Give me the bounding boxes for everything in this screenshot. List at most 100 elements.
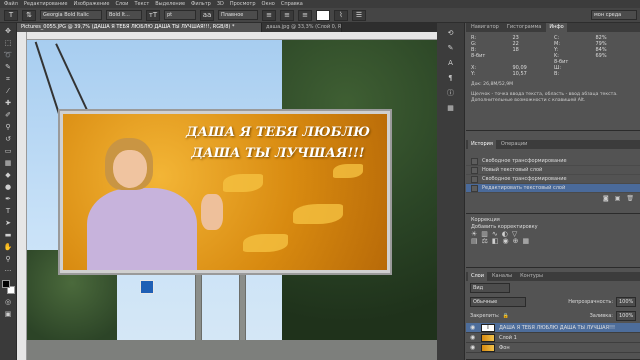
history-panel-icon[interactable]: ⟲ <box>443 27 459 39</box>
color-lookup-icon[interactable]: ▦ <box>523 238 530 245</box>
layers-blend-row: Обычные Непрозрачность: 100% <box>466 295 640 309</box>
layers-filter-row: Вид <box>466 281 640 295</box>
menu-view[interactable]: Просмотр <box>230 1 256 7</box>
eye-icon[interactable]: ◉ <box>470 344 477 351</box>
lock-icon[interactable]: 🔒 <box>503 313 509 319</box>
tab-actions[interactable]: Операции <box>498 140 530 149</box>
new-snapshot-icon[interactable]: ◙ <box>603 195 609 202</box>
shape-tool-icon[interactable]: ▬ <box>2 230 15 241</box>
menu-file[interactable]: Файл <box>4 1 18 7</box>
history-item-label: Свободное трансформирование <box>482 176 567 182</box>
tab-channels[interactable]: Каналы <box>489 272 515 281</box>
brush-tool-icon[interactable]: ✐ <box>2 110 15 121</box>
pen-tool-icon[interactable]: ✒ <box>2 194 15 205</box>
healing-brush-icon[interactable]: ✚ <box>2 98 15 109</box>
type-tool-side-icon[interactable]: T <box>2 206 15 217</box>
blend-mode-select[interactable]: Обычные <box>470 297 526 307</box>
align-right-icon[interactable]: ≡ <box>298 9 312 21</box>
eye-icon[interactable]: ◉ <box>470 324 477 331</box>
layer-row-background[interactable]: ◉ Фон <box>466 343 640 353</box>
menu-window[interactable]: Окно <box>262 1 275 7</box>
font-style-select[interactable]: Bold It... <box>106 10 142 20</box>
info-panel-icon[interactable]: ⓘ <box>443 87 459 99</box>
opacity-field[interactable]: 100% <box>616 297 636 307</box>
document-canvas[interactable]: ДАША Я ТЕБЯ ЛЮБЛЮ ДАША ТЫ ЛУЧШАЯ!!! <box>27 40 437 360</box>
type-tool-icon[interactable]: T <box>4 9 18 21</box>
character-panel-icon[interactable]: ☰ <box>352 9 366 21</box>
tab-histogram[interactable]: Гистограмма <box>504 23 545 32</box>
trash-icon[interactable]: 🗑 <box>626 195 634 202</box>
menu-help[interactable]: Справка <box>281 1 303 7</box>
path-select-icon[interactable]: ➤ <box>2 218 15 229</box>
dodge-tool-icon[interactable]: ● <box>2 182 15 193</box>
paragraph-panel-icon[interactable]: ¶ <box>443 72 459 84</box>
eye-icon[interactable]: ◉ <box>470 334 477 341</box>
character-panel-side-icon[interactable]: A <box>443 57 459 69</box>
menu-image[interactable]: Изображение <box>73 1 109 7</box>
bw-icon[interactable]: ◧ <box>492 238 499 245</box>
orientation-icon[interactable]: ⇅ <box>22 9 36 21</box>
align-center-icon[interactable]: ≡ <box>280 9 294 21</box>
color-swatches[interactable] <box>1 280 15 296</box>
color-balance-icon[interactable]: ⚖ <box>482 238 488 245</box>
screen-mode-icon[interactable]: ▣ <box>2 309 15 320</box>
swatches-panel-icon[interactable]: ▦ <box>443 102 459 114</box>
eraser-tool-icon[interactable]: ▭ <box>2 146 15 157</box>
text-layer-thumb: T <box>481 323 495 332</box>
zoom-tool-icon[interactable]: ⚲ <box>2 254 15 265</box>
history-item-selected[interactable]: Редактировать текстовый слой <box>466 184 640 193</box>
tab-info[interactable]: Инфо <box>546 23 567 32</box>
options-bar: T ⇅ Georgia Bold Italic Bold It... тТ pt… <box>0 8 640 23</box>
camera-icon[interactable]: ▣ <box>615 195 621 202</box>
tab-dasha-document[interactable]: даша.jpg @ 33,3% (Слой 0, RGB/8) * <box>262 23 342 32</box>
tab-history[interactable]: История <box>468 140 496 149</box>
gradient-tool-icon[interactable]: ▦ <box>2 158 15 169</box>
menu-3d[interactable]: 3D <box>217 1 224 7</box>
foreground-color-swatch[interactable] <box>1 280 10 288</box>
tab-active-document[interactable]: Pictures_0055.JPG @ 39,7% (ДАША Я ТЕБЯ Л… <box>17 23 262 32</box>
history-item[interactable]: Новый текстовый слой <box>466 166 640 175</box>
menu-text[interactable]: Текст <box>134 1 149 7</box>
hand-tool-icon[interactable]: ✋ <box>2 242 15 253</box>
tab-navigator[interactable]: Навигатор <box>468 23 502 32</box>
menu-filter[interactable]: Фильтр <box>191 1 211 7</box>
more-tools-icon[interactable]: ··· <box>2 266 15 277</box>
marquee-tool-icon[interactable]: ⬚ <box>2 38 15 49</box>
quick-mask-icon[interactable]: ◎ <box>2 297 15 308</box>
tab-layers[interactable]: Слои <box>468 272 487 281</box>
antialias-select[interactable]: Плавное <box>218 10 258 20</box>
stamp-tool-icon[interactable]: ⚲ <box>2 122 15 133</box>
brush-panel-icon[interactable]: ✎ <box>443 42 459 54</box>
layer-kind-select[interactable]: Вид <box>470 283 510 293</box>
menu-select[interactable]: Выделение <box>155 1 185 7</box>
workspace-select[interactable]: мон среда <box>591 10 637 20</box>
hue-saturation-icon[interactable]: ▤ <box>471 238 478 245</box>
text-color-swatch[interactable] <box>316 9 330 21</box>
move-tool-icon[interactable]: ✥ <box>2 26 15 37</box>
layer-row-text[interactable]: ◉ T ДАША Я ТЕБЯ ЛЮБЛЮ ДАША ТЫ ЛУЧШАЯ!!! <box>466 323 640 333</box>
photoshop-window: Файл Редактирование Изображение Слои Тек… <box>0 0 640 360</box>
history-item-label: Новый текстовый слой <box>482 167 543 173</box>
history-brush-icon[interactable]: ↺ <box>2 134 15 145</box>
tab-paths[interactable]: Контуры <box>517 272 546 281</box>
billboard-image: ДАША Я ТЕБЯ ЛЮБЛЮ ДАША ТЫ ЛУЧШАЯ!!! <box>63 114 387 270</box>
history-item[interactable]: Свободное трансформирование <box>466 157 640 166</box>
eyedropper-icon[interactable]: ⁄ <box>2 86 15 97</box>
vertical-ruler <box>17 32 27 360</box>
font-size-field[interactable]: pt <box>164 10 196 20</box>
quick-select-icon[interactable]: ✎ <box>2 62 15 73</box>
channel-mixer-icon[interactable]: ⊕ <box>513 238 519 245</box>
billboard-text[interactable]: ДАША Я ТЕБЯ ЛЮБЛЮ ДАША ТЫ ЛУЧШАЯ!!! <box>173 122 383 164</box>
align-left-icon[interactable]: ≡ <box>262 9 276 21</box>
menu-layers[interactable]: Слои <box>115 1 128 7</box>
font-family-select[interactable]: Georgia Bold Italic <box>40 10 102 20</box>
photo-filter-icon[interactable]: ◉ <box>503 238 509 245</box>
menu-edit[interactable]: Редактирование <box>24 1 68 7</box>
warp-text-icon[interactable]: ⌇ <box>334 9 348 21</box>
history-item[interactable]: Свободное трансформирование <box>466 175 640 184</box>
crop-tool-icon[interactable]: ⌗ <box>2 74 15 85</box>
blur-tool-icon[interactable]: ◆ <box>2 170 15 181</box>
fill-field[interactable]: 100% <box>616 311 636 321</box>
layer-row-layer1[interactable]: ◉ Слой 1 <box>466 333 640 343</box>
lasso-tool-icon[interactable]: ➰ <box>2 50 15 61</box>
